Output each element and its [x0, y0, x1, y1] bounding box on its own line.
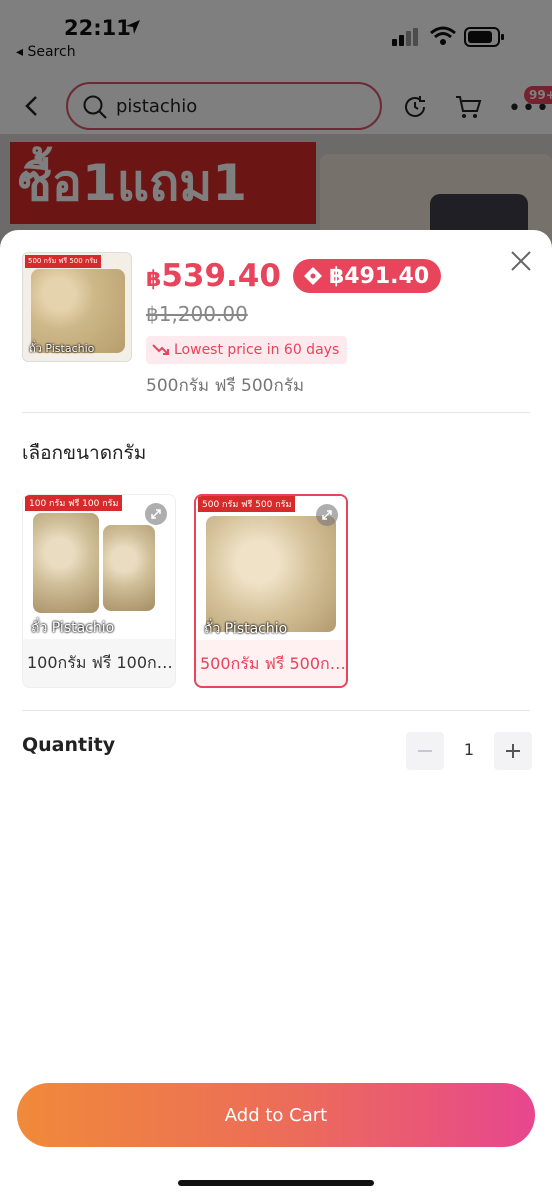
variant-tag: 500 กรัม ฟรี 500 กรัม — [198, 496, 296, 512]
current-price: ฿539.40 — [146, 258, 281, 294]
trend-down-icon — [152, 344, 169, 355]
quantity-decrease-button[interactable] — [406, 732, 444, 770]
thumbnail-tag: 500 กรัม ฟรี 500 กรัม — [25, 255, 101, 268]
expand-icon[interactable] — [145, 503, 167, 525]
variant-image: 500 กรัม ฟรี 500 กรัม ถั่ว Pistachio — [196, 496, 346, 640]
lowest-price-tag: Lowest price in 60 days — [146, 336, 348, 364]
original-price: ฿1,200.00 — [146, 302, 248, 326]
currency-symbol: ฿ — [146, 267, 162, 292]
divider — [22, 412, 530, 413]
selected-variant-text: 500กรัม ฟรี 500กรัม — [146, 376, 305, 396]
background-page: 22:11 ◂ Search — [0, 0, 552, 264]
variant-image-label: ถั่ว Pistachio — [31, 620, 115, 636]
plus-icon — [506, 744, 520, 758]
coupon-icon — [303, 267, 322, 285]
voucher-price-badge: ฿491.40 — [292, 259, 442, 293]
variant-tag: 100 กรัม ฟรี 100 กรัม — [25, 495, 123, 511]
variant-image-label: ถั่ว Pistachio — [204, 621, 288, 637]
variant-option-500g[interactable]: 500 กรัม ฟรี 500 กรัม ถั่ว Pistachio 500… — [194, 494, 348, 688]
thumbnail-label: ถั่ว Pistachio — [29, 342, 95, 355]
variant-section-title: เลือกขนาดกรัม — [22, 442, 147, 464]
variant-image-bag — [206, 516, 336, 632]
divider — [22, 710, 530, 711]
variant-image: 100 กรัม ฟรี 100 กรัม ถั่ว Pistachio — [23, 495, 175, 639]
quantity-increase-button[interactable] — [494, 732, 532, 770]
variant-option-label: 100กรัม ฟรี 100กรัม — [27, 653, 175, 672]
product-thumbnail[interactable]: 500 กรัม ฟรี 500 กรัม ถั่ว Pistachio — [22, 252, 132, 362]
variant-image-bag-large — [33, 513, 99, 613]
home-indicator — [178, 1180, 374, 1186]
price-row: ฿539.40 ฿491.40 — [146, 258, 442, 294]
add-to-cart-button[interactable]: Add to Cart — [17, 1083, 535, 1147]
voucher-price-text: ฿491.40 — [328, 263, 430, 289]
expand-icon[interactable] — [316, 504, 338, 526]
minus-icon — [418, 750, 432, 752]
variant-image-bag-small — [103, 525, 155, 611]
dim-overlay[interactable] — [0, 0, 552, 260]
lowest-price-text: Lowest price in 60 days — [174, 342, 340, 358]
close-icon[interactable] — [508, 248, 534, 274]
quantity-value[interactable]: 1 — [452, 740, 486, 759]
variant-option-label: 500กรัม ฟรี 500กรัม — [200, 654, 348, 673]
variant-bottom-sheet: 500 กรัม ฟรี 500 กรัม ถั่ว Pistachio ฿53… — [0, 230, 552, 1196]
quantity-label: Quantity — [22, 734, 116, 756]
price-value: 539.40 — [161, 258, 281, 294]
variant-option-100g[interactable]: 100 กรัม ฟรี 100 กรัม ถั่ว Pistachio 100… — [22, 494, 176, 688]
